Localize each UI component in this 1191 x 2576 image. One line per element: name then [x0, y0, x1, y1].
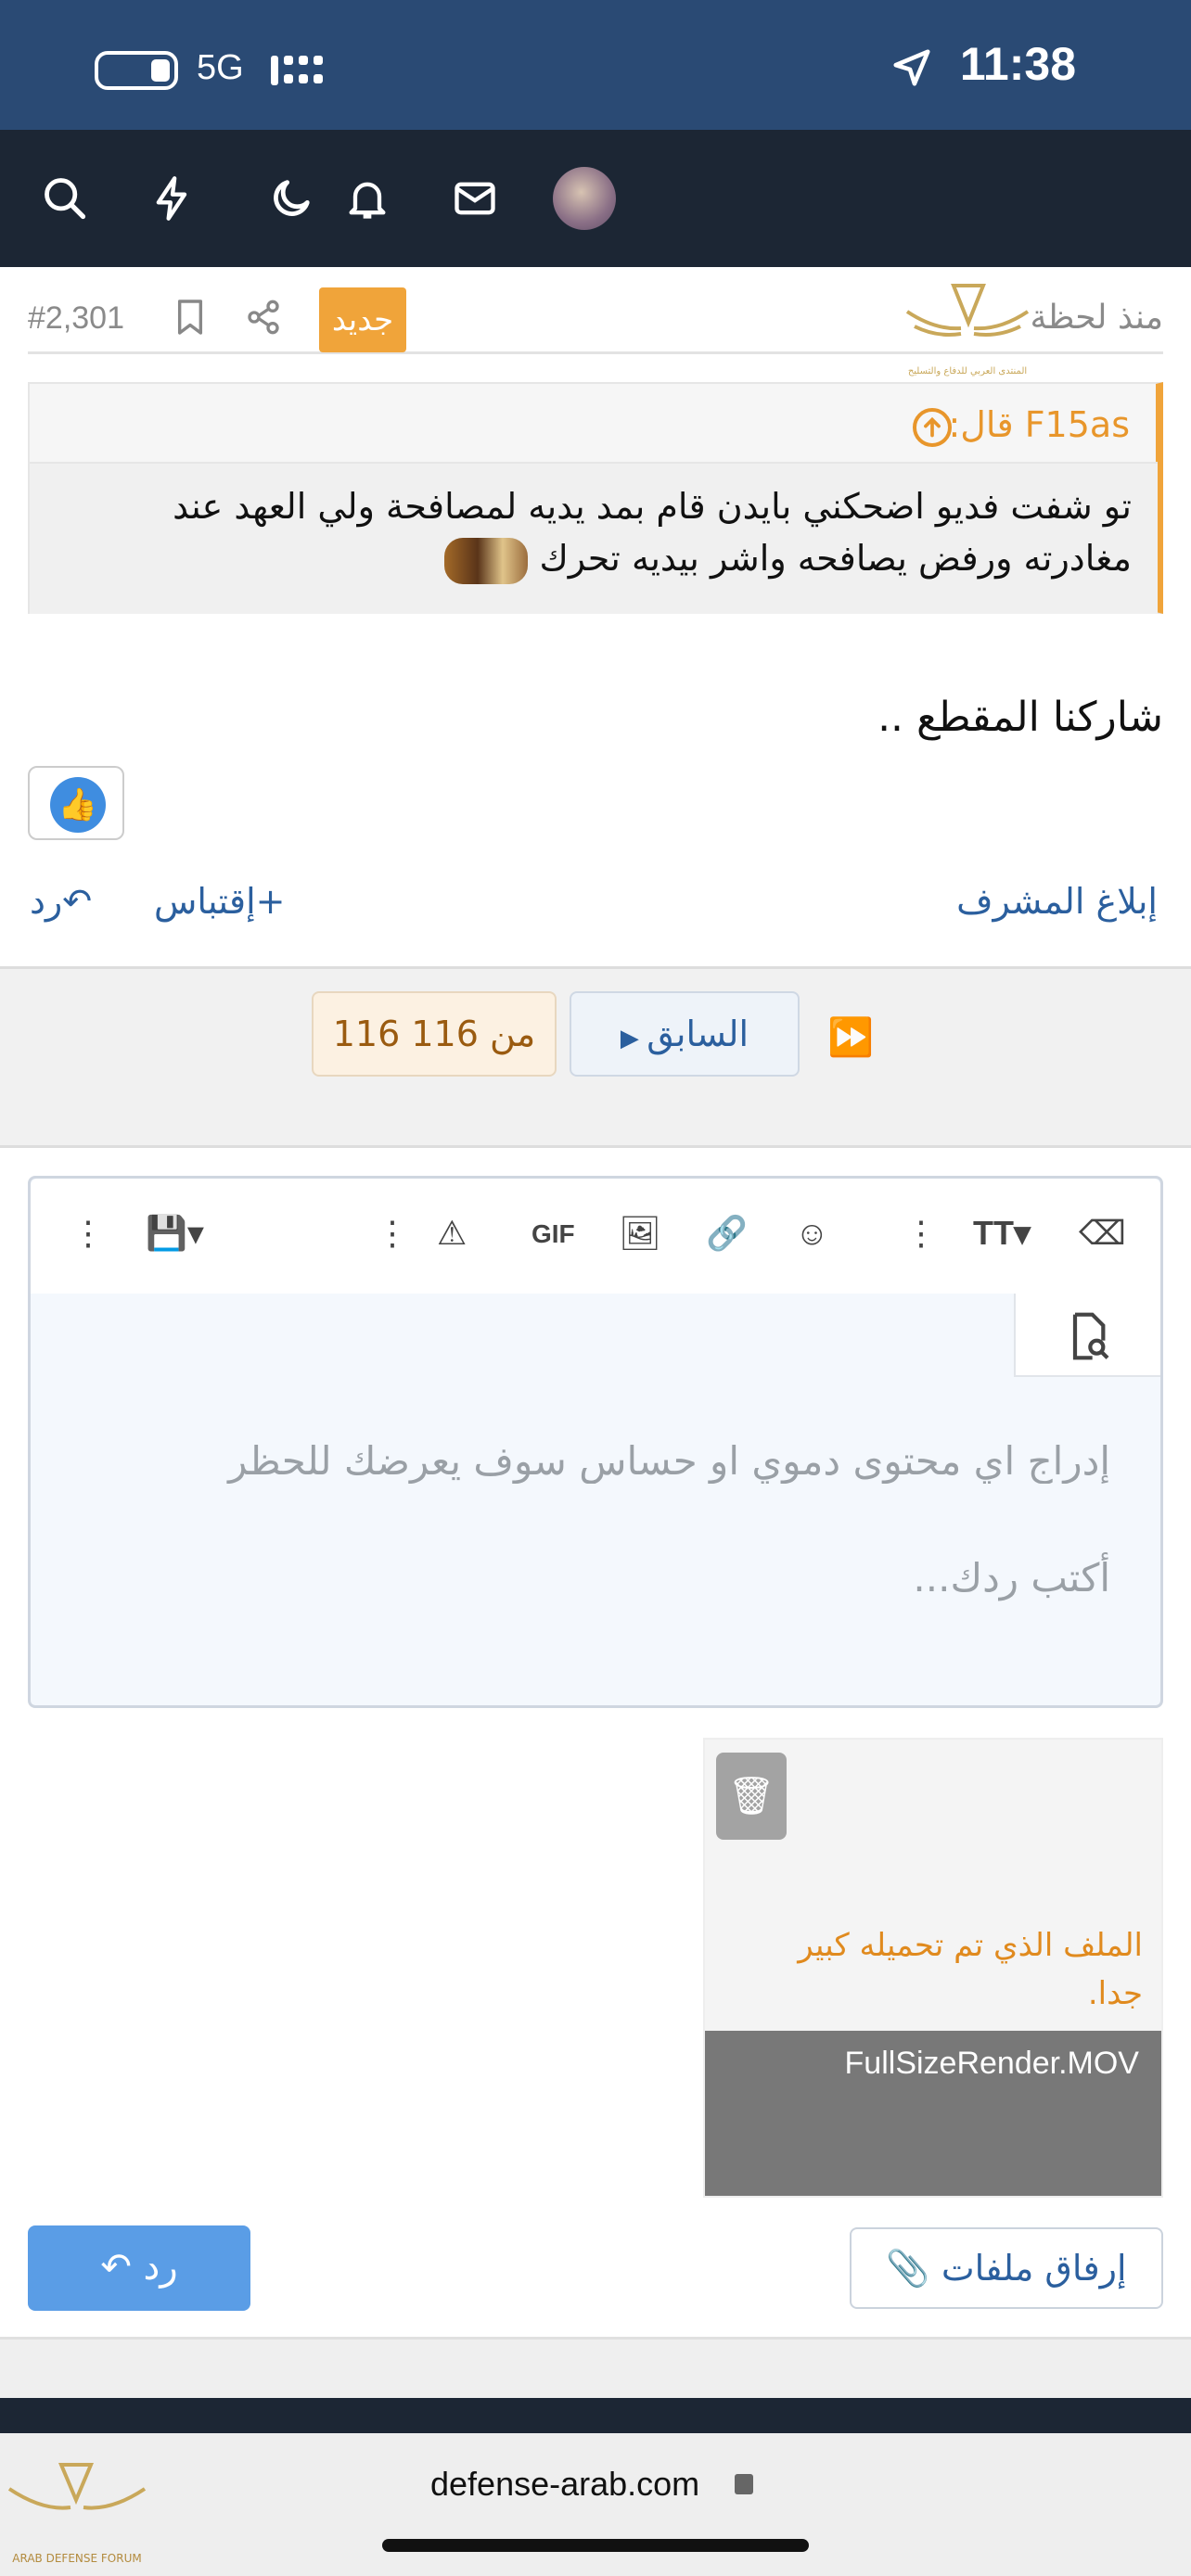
quote-link[interactable]: +إقتباس — [154, 881, 285, 922]
quote-block: F15as قال: تو شفت فديو اضحكني بايدن قام … — [28, 382, 1163, 614]
emoji-image — [444, 537, 529, 584]
reply-button[interactable]: رد ↶ — [28, 2225, 250, 2311]
share-icon[interactable] — [245, 299, 282, 336]
url-bar[interactable]: defense-arab.com — [430, 2465, 699, 2504]
upload-error: الملف الذي تم تحميله كبير جدا. — [798, 1927, 1143, 2012]
editor-placeholder-warning: إدراج اي محتوى دموي او حساس سوف يعرضك لل… — [228, 1438, 1110, 1484]
site-favicon: ARAB DEFENSE FORUM — [0, 2448, 154, 2576]
editor-placeholder: أكتب ردك... — [913, 1555, 1110, 1600]
document-search-icon — [1072, 1312, 1109, 1360]
reply-arrow-icon: ↶ — [100, 2246, 132, 2289]
post-message: شاركنا المقطع .. — [877, 694, 1163, 741]
reply-arrow-icon: ↶ — [62, 881, 93, 922]
mail-icon[interactable] — [451, 174, 499, 223]
lock-icon — [735, 2474, 753, 2494]
logo-emblem-icon — [7, 2463, 147, 2510]
prev-label: السابق — [647, 1014, 749, 1054]
bell-icon[interactable] — [343, 174, 391, 223]
more-options-icon[interactable]: ⋮ — [71, 1214, 105, 1253]
footer-bar — [0, 2398, 1191, 2435]
more-options-icon[interactable]: ⋮ — [904, 1214, 938, 1253]
avatar[interactable] — [553, 167, 616, 230]
browser-bar: ARAB DEFENSE FORUM defense-arab.com — [0, 2433, 1191, 2576]
attach-files-button[interactable]: إرفاق ملفات 📎 — [850, 2227, 1163, 2309]
attachment-filename: FullSizeRender.MOV — [705, 2031, 1161, 2196]
lightning-icon[interactable] — [148, 174, 197, 223]
post-time[interactable]: منذ لحظة — [1030, 299, 1163, 337]
caret-right-icon: ▶ — [620, 1025, 647, 1052]
prev-page-button[interactable]: ▶ السابق — [570, 991, 800, 1077]
page-count[interactable]: 116 من 116 — [312, 991, 557, 1077]
quote-text: تو شفت فديو اضحكني بايدن قام بمد يديه لم… — [173, 486, 1132, 579]
pagination: 116 من 116 ▶ السابق ⏩ — [0, 966, 1191, 1148]
post-header: #2,301 جديد منذ لحظة — [28, 278, 1163, 354]
new-badge: جديد — [319, 287, 406, 352]
reply-button-label: رد — [143, 2246, 178, 2289]
post-number[interactable]: #2,301 — [28, 300, 124, 337]
thumbs-up-icon: 👍 — [50, 777, 106, 833]
attach-files-label: إرفاق ملفات — [941, 2248, 1127, 2289]
quote-body: تو شفت فديو اضحكني بايدن قام بمد يديه لم… — [30, 462, 1158, 614]
status-bar: 5G 11:38 — [0, 0, 1191, 130]
clock: 11:38 — [959, 38, 1076, 90]
page-separator — [0, 2337, 1191, 2402]
favicon-caption: ARAB DEFENSE FORUM — [12, 2552, 142, 2565]
attachment-card: 🗑 الملف الذي تم تحميله كبير جدا. FullSiz… — [703, 1738, 1163, 2198]
location-arrow-icon — [893, 49, 930, 86]
moon-icon[interactable] — [267, 174, 315, 223]
gif-button[interactable]: GIF — [531, 1219, 575, 1249]
reply-editor[interactable]: ⋮ 💾▾ ⋮ ⚠ GIF 🖼 🔗 ☺ ⋮ TT▾ ⌫ إدراج اي محتو… — [28, 1176, 1163, 1708]
plus-icon: + — [255, 881, 286, 922]
like-button[interactable]: 👍 — [28, 766, 124, 840]
battery-icon — [95, 51, 178, 90]
report-link[interactable]: إبلاغ المشرف — [956, 881, 1158, 922]
eraser-icon[interactable]: ⌫ — [1079, 1214, 1126, 1253]
save-draft-icon[interactable]: 💾▾ — [146, 1214, 204, 1253]
search-icon[interactable] — [41, 174, 89, 223]
signal-icon — [271, 56, 323, 85]
reply-link[interactable]: ↶رد — [30, 881, 92, 922]
reply-link-label: رد — [30, 881, 63, 922]
arrow-up-circle-icon[interactable] — [913, 408, 952, 447]
smiley-icon[interactable]: ☺ — [795, 1214, 829, 1253]
editor-toolbar: ⋮ 💾▾ ⋮ ⚠ GIF 🖼 🔗 ☺ ⋮ TT▾ ⌫ — [31, 1179, 1160, 1294]
trash-icon[interactable]: 🗑 — [716, 1753, 787, 1840]
preview-search-button[interactable] — [1014, 1294, 1160, 1377]
image-icon[interactable]: 🖼 — [619, 1214, 661, 1253]
text-size-icon[interactable]: TT▾ — [973, 1214, 1031, 1253]
paperclip-icon: 📎 — [886, 2248, 930, 2289]
link-icon[interactable]: 🔗 — [706, 1214, 748, 1253]
logo-caption: المنتدى العربي للدفاع والتسليح — [907, 366, 1028, 376]
quote-link-label: إقتباس — [154, 881, 256, 922]
home-indicator[interactable] — [382, 2539, 809, 2552]
more-options-icon[interactable]: ⋮ — [376, 1214, 409, 1253]
warning-icon[interactable]: ⚠ — [437, 1214, 467, 1253]
bookmark-icon[interactable] — [174, 299, 206, 336]
last-page-icon[interactable]: ⏩ — [827, 1015, 874, 1059]
quote-author[interactable]: F15as قال: — [948, 404, 1130, 445]
network-label: 5G — [197, 48, 244, 87]
